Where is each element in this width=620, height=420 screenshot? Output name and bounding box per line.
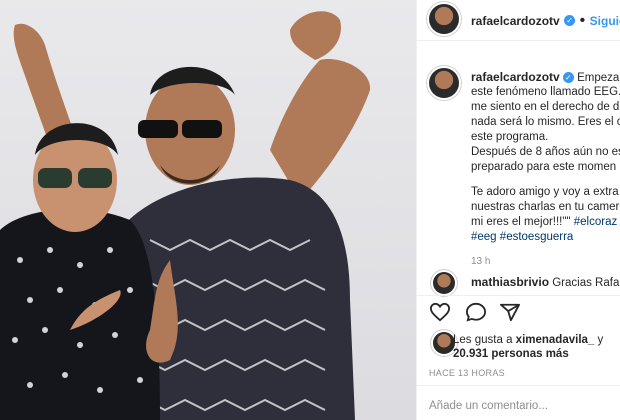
- post-header: rafaelcardozotv ✓ • Siguiend: [471, 12, 620, 30]
- post-side-panel: rafaelcardozotv ✓ • Siguiend rafaelcardo…: [416, 0, 620, 420]
- verified-badge-icon: ✓: [562, 72, 574, 84]
- comment: mathiasbrivio Gracias Rafa: [471, 275, 619, 291]
- share-icon[interactable]: [499, 302, 521, 322]
- likes-line-1: Les gusta a ximenadavila_ y: [453, 334, 604, 346]
- hashtag-link[interactable]: #elcoraz: [574, 216, 617, 228]
- caption-line-5: este programa.: [471, 131, 549, 143]
- comment-avatar[interactable]: [433, 272, 455, 294]
- caption-line-4: nada será lo mismo. Eres el c: [471, 116, 620, 128]
- caption-hashtags: #eeg #estoesguerra: [471, 230, 573, 245]
- likes-count[interactable]: 20.931 personas más: [453, 348, 569, 360]
- hashtag-link[interactable]: #estoesguerra: [500, 231, 574, 243]
- caption-avatar[interactable]: [429, 68, 459, 98]
- caption-username[interactable]: rafaelcardozotv: [471, 70, 560, 84]
- post-timestamp: HACE 13 HORAS: [429, 368, 505, 378]
- verified-badge-icon: ✓: [564, 15, 576, 27]
- caption-line-9: nuestras charlas en tu camer: [471, 201, 620, 213]
- header-username[interactable]: rafaelcardozotv: [471, 14, 560, 28]
- likes-avatar: [433, 332, 455, 354]
- heart-icon[interactable]: [429, 302, 451, 322]
- comment-username[interactable]: mathiasbrivio: [471, 275, 549, 289]
- post-photo[interactable]: [0, 0, 416, 420]
- header-divider: [417, 40, 620, 41]
- caption-line-10: mi eres el mejor!!!"" #elcoraz: [471, 216, 618, 228]
- caption-line-8: Te adoro amigo y voy a extra: [471, 186, 619, 198]
- likes-user-link[interactable]: ximenadavila_: [516, 334, 595, 346]
- photo-illustration: [0, 11, 371, 420]
- follow-button[interactable]: Siguiend: [590, 14, 620, 28]
- hashtag-link[interactable]: #eeg: [471, 231, 497, 243]
- comment-text: Gracias Rafa: [552, 277, 620, 289]
- actions-divider: [417, 295, 620, 296]
- caption-line-1: rafaelcardozotv ✓ Empezam: [471, 70, 620, 84]
- comment-input[interactable]: Añade un comentario...: [429, 400, 548, 412]
- comment-icon[interactable]: [465, 302, 487, 322]
- caption-line-6: Después de 8 años aún no es: [471, 146, 620, 158]
- caption-time: 13 h: [471, 256, 491, 267]
- caption-line-3: me siento en el derecho de d: [471, 101, 620, 113]
- caption-line-7: preparado para este momen: [471, 161, 617, 173]
- caption-line-2: este fenómeno llamado EEG.: [471, 86, 620, 98]
- comment-divider: [417, 385, 620, 386]
- header-avatar[interactable]: [429, 4, 459, 34]
